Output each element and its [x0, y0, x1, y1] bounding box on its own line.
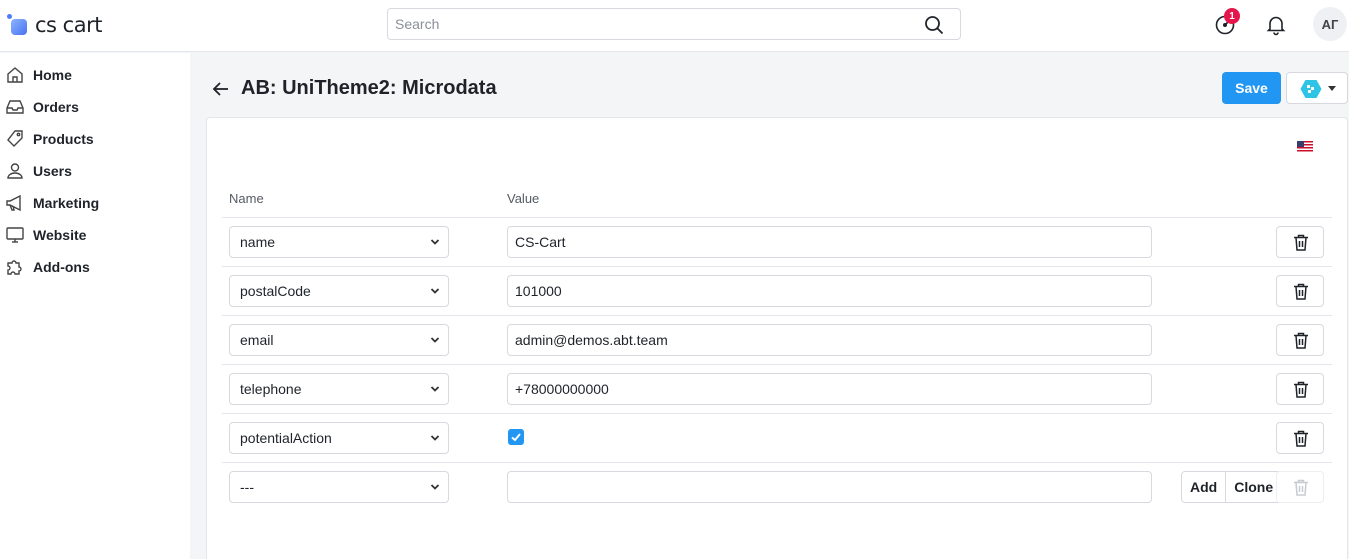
sidebar-item-label: Orders — [33, 99, 79, 115]
logo-mark-icon — [7, 14, 29, 36]
delete-button[interactable] — [1276, 226, 1324, 258]
back-arrow-icon[interactable] — [211, 79, 231, 99]
name-select[interactable]: telephone — [229, 373, 449, 405]
trash-icon — [1294, 381, 1308, 398]
page-title: AB: UniTheme2: Microdata — [241, 77, 497, 99]
addon-menu-button[interactable] — [1286, 72, 1348, 104]
row-actions: Add Clone — [1181, 471, 1283, 503]
sidebar-item-label: Add-ons — [33, 259, 90, 275]
chevron-down-icon — [430, 484, 440, 490]
trash-icon — [1294, 430, 1308, 447]
user-icon — [7, 163, 23, 179]
delete-button[interactable] — [1276, 373, 1324, 405]
sidebar-item-label: Users — [33, 163, 72, 179]
speedometer-button[interactable]: 1 — [1212, 8, 1240, 38]
clone-button[interactable]: Clone — [1225, 472, 1282, 502]
divider — [222, 413, 1332, 414]
sidebar-item-add-ons[interactable]: Add-ons — [5, 255, 90, 279]
value-checkbox[interactable] — [508, 429, 524, 445]
search-icon[interactable] — [924, 15, 944, 35]
delete-button[interactable] — [1276, 422, 1324, 454]
sidebar-item-marketing[interactable]: Marketing — [5, 191, 99, 215]
avatar[interactable]: АГ — [1313, 7, 1347, 41]
divider — [222, 266, 1332, 267]
divider — [222, 315, 1332, 316]
divider — [222, 364, 1332, 365]
us-flag-icon[interactable] — [1297, 141, 1313, 153]
chevron-down-icon — [430, 386, 440, 392]
top-bar: cs cart 1 АГ — [0, 0, 1349, 52]
tag-icon — [7, 130, 23, 147]
divider — [222, 462, 1332, 463]
sidebar-item-users[interactable]: Users — [5, 159, 72, 183]
notifications-button[interactable] — [1263, 12, 1289, 38]
trash-icon — [1294, 283, 1308, 300]
chevron-down-icon — [1328, 86, 1336, 91]
divider — [222, 217, 1332, 218]
name-select-value: telephone — [240, 381, 302, 397]
delete-button-disabled — [1276, 471, 1324, 503]
puzzle-icon — [7, 260, 22, 275]
value-input[interactable] — [507, 275, 1152, 307]
sidebar-item-label: Website — [33, 227, 87, 243]
name-select-value: postalCode — [240, 283, 311, 299]
sidebar-item-label: Home — [33, 67, 72, 83]
sidebar-item-home[interactable]: Home — [5, 63, 72, 87]
name-select[interactable]: email — [229, 324, 449, 356]
new-name-select[interactable]: --- — [229, 471, 449, 503]
bell-icon — [1266, 16, 1286, 36]
sidebar-item-website[interactable]: Website — [5, 223, 86, 247]
save-button[interactable]: Save — [1222, 72, 1281, 104]
name-select-value: email — [240, 332, 274, 348]
search-box — [387, 8, 961, 40]
trash-icon — [1294, 332, 1308, 349]
chevron-down-icon — [430, 435, 440, 441]
chevron-down-icon — [430, 337, 440, 343]
add-button[interactable]: Add — [1182, 472, 1226, 502]
sidebar: Home Orders Products Users Marketing Web… — [0, 53, 190, 559]
name-select-value: name — [240, 234, 276, 250]
value-input[interactable] — [507, 373, 1152, 405]
checkmark-icon — [511, 433, 521, 442]
name-select-value: --- — [240, 479, 254, 495]
megaphone-icon — [6, 194, 21, 212]
inbox-icon — [6, 100, 24, 114]
chevron-down-icon — [430, 239, 440, 245]
value-input[interactable] — [507, 226, 1152, 258]
notification-badge: 1 — [1224, 8, 1240, 24]
name-select[interactable]: postalCode — [229, 275, 449, 307]
column-header-value: Value — [507, 191, 540, 206]
trash-icon — [1294, 479, 1308, 496]
trash-icon — [1294, 234, 1308, 251]
home-icon — [7, 67, 23, 83]
new-value-input[interactable] — [507, 471, 1152, 503]
name-select[interactable]: potentialAction — [229, 422, 449, 454]
search-input[interactable] — [388, 9, 908, 39]
sidebar-item-orders[interactable]: Orders — [5, 95, 79, 119]
name-select[interactable]: name — [229, 226, 449, 258]
delete-button[interactable] — [1276, 324, 1324, 356]
logo[interactable]: cs cart — [7, 12, 102, 38]
delete-button[interactable] — [1276, 275, 1324, 307]
value-input[interactable] — [507, 324, 1152, 356]
sidebar-item-label: Products — [33, 131, 94, 147]
addon-hexagon-icon — [1300, 80, 1322, 98]
chevron-down-icon — [430, 288, 440, 294]
logo-text: cs cart — [35, 13, 102, 37]
name-select-value: potentialAction — [240, 430, 332, 446]
monitor-icon — [6, 227, 24, 243]
sidebar-item-label: Marketing — [33, 195, 100, 211]
column-header-name: Name — [229, 191, 264, 206]
sidebar-item-products[interactable]: Products — [5, 127, 94, 151]
